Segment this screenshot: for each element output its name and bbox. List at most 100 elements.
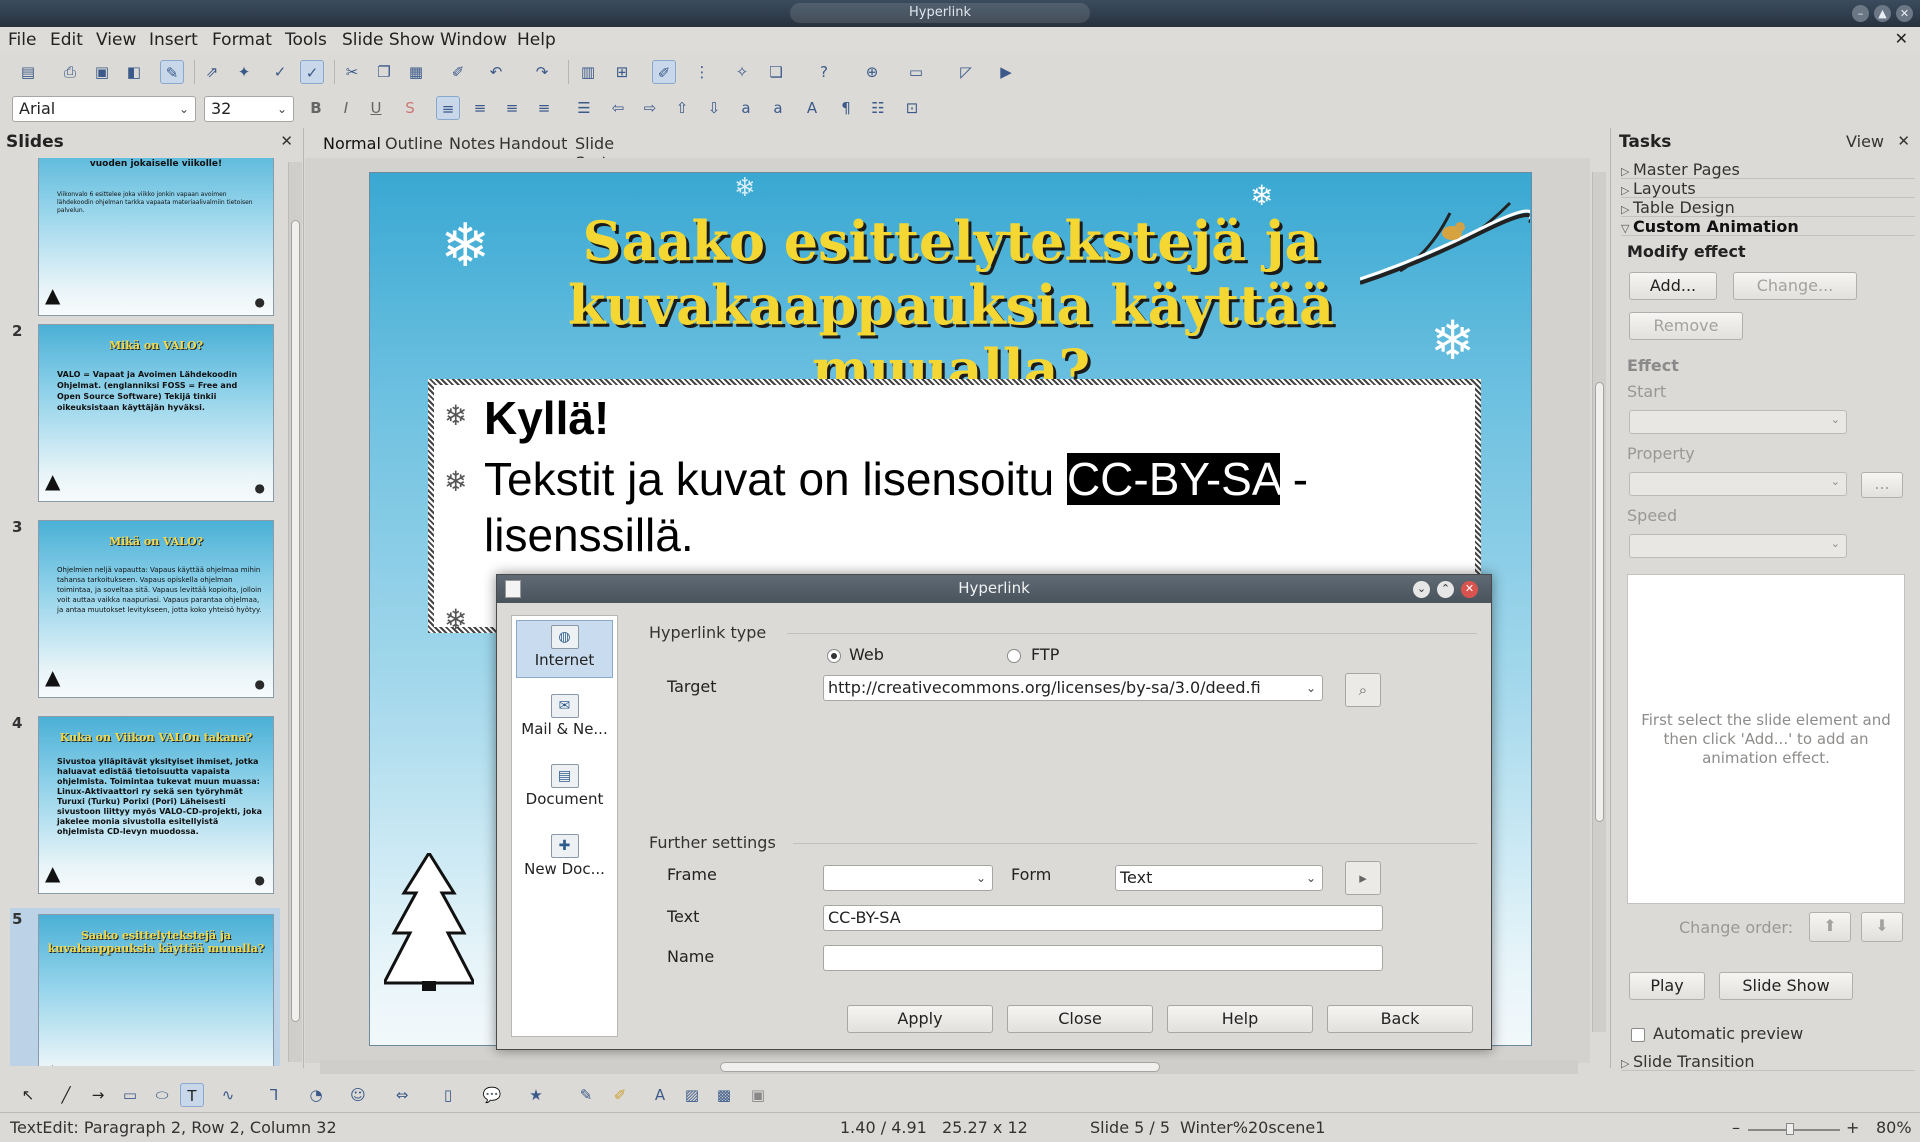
target-url-combo[interactable]: http://creativecommons.org/licenses/by-s… [823,675,1323,701]
apply-button[interactable]: Apply [847,1005,993,1033]
section-master-pages[interactable]: ▷ Master Pages [1621,160,1915,179]
decrease-font-icon[interactable]: a [766,96,790,120]
undo-icon[interactable]: ↶ [484,60,508,84]
select-icon[interactable]: ↖ [16,1083,40,1107]
slide-show-button[interactable]: Slide Show [1719,972,1853,1000]
menu-edit[interactable]: Edit [50,30,83,50]
close-button[interactable]: Close [1007,1005,1153,1033]
animation-effects-list[interactable]: First select the slide element and then … [1627,574,1905,904]
new-icon[interactable]: ▤ [16,60,40,84]
promote-icon[interactable]: ⇦ [606,96,630,120]
arrow-line-icon[interactable]: → [86,1083,110,1107]
align-left-icon[interactable]: ≡ [436,96,460,120]
stars-icon[interactable]: ★ [524,1083,548,1107]
move-down-icon[interactable]: ⇩ [702,96,726,120]
web-radio[interactable] [827,649,841,663]
slide-thumbnail-1[interactable]: Vapaita avoimen lähdekoodin ohjelmia vuo… [38,158,274,316]
paste-icon[interactable]: ▦ [404,60,428,84]
pdf-icon[interactable]: ⇗ [200,60,224,84]
points-icon[interactable]: ✎ [574,1083,598,1107]
slide-show-icon[interactable]: ▶ [994,60,1018,84]
selected-text[interactable]: CC-BY-SA [1066,453,1280,505]
character-icon[interactable]: A [800,96,824,120]
move-down-icon[interactable]: ⬇ [1861,912,1903,942]
ftp-radio[interactable] [1007,649,1021,663]
gallery-icon[interactable]: ❏ [764,60,788,84]
symbol-shapes-icon[interactable]: ☺ [346,1083,370,1107]
font-size-combo[interactable]: 32 ⌄ [204,96,294,122]
connector-icon[interactable]: ⅂ [262,1083,286,1107]
extrusion-icon[interactable]: ▣ [746,1083,770,1107]
close-icon[interactable]: ✕ [1897,132,1910,150]
tab-normal[interactable]: Normal [320,134,384,153]
area-style-icon[interactable]: ⊡ [900,96,924,120]
add-effect-button[interactable]: Add... [1629,272,1717,300]
play-button[interactable]: Play [1629,972,1705,1000]
flowchart-icon[interactable]: ▯ [436,1083,460,1107]
property-combo[interactable]: ⌄ [1629,472,1847,496]
bullets-numbering-icon[interactable]: ☷ [866,96,890,120]
close-window-icon[interactable]: ✕ [1896,5,1913,22]
redo-icon[interactable]: ↷ [530,60,554,84]
scrollbar-thumb[interactable] [1595,382,1604,822]
text-input[interactable]: CC-BY-SA [823,905,1383,931]
close-dialog-icon[interactable]: ✕ [1461,581,1478,598]
menu-window[interactable]: Window [440,30,507,50]
section-layouts[interactable]: ▷ Layouts [1621,179,1915,198]
name-input[interactable] [823,945,1383,971]
menu-help[interactable]: Help [517,30,556,50]
callouts-icon[interactable]: 💬 [480,1083,504,1107]
events-icon[interactable]: ▸ [1345,861,1381,895]
copy-icon[interactable]: ❐ [372,60,396,84]
category-mail-news[interactable]: ✉ Mail & Ne... [516,690,613,748]
increase-font-icon[interactable]: a [734,96,758,120]
justify-icon[interactable]: ≡ [532,96,556,120]
minimize-icon[interactable]: – [1852,5,1869,22]
tab-notes[interactable]: Notes [446,134,498,153]
minimize-icon[interactable]: ⌄ [1413,581,1430,598]
section-custom-animation[interactable]: ▽ Custom Animation [1621,217,1915,236]
browse-icon[interactable]: ⌕ [1345,673,1381,707]
paragraph-icon[interactable]: ¶ [834,96,858,120]
shadow-icon[interactable]: S [398,96,422,120]
frame-combo[interactable]: ⌄ [823,865,993,891]
show-draw-functions-icon[interactable]: ✐ [652,60,676,84]
automatic-preview-checkbox[interactable] [1631,1028,1645,1042]
align-center-icon[interactable]: ≡ [468,96,492,120]
save-icon[interactable]: ▣ [90,60,114,84]
basic-shapes-icon[interactable]: ◔ [304,1083,328,1107]
canvas-vertical-scrollbar[interactable] [1592,172,1606,1032]
clone-format-icon[interactable]: ✐ [446,60,470,84]
category-document[interactable]: ▤ Document [516,760,613,818]
zoom-in-icon[interactable]: + [1846,1118,1859,1137]
slide-thumbnail-5[interactable]: Saako esittelytekstejä ja kuvakaappauksi… [38,914,274,1066]
chart-icon[interactable]: ▥ [576,60,600,84]
slides-scrollbar[interactable] [288,162,302,1062]
menu-insert[interactable]: Insert [149,30,198,50]
fontwork-icon[interactable]: A [648,1083,672,1107]
section-table-design[interactable]: ▷ Table Design [1621,198,1915,217]
move-up-icon[interactable]: ⬆ [1809,912,1851,942]
tasks-view-menu[interactable]: View [1846,132,1884,151]
start-combo[interactable]: ⌄ [1629,410,1847,434]
maximize-icon[interactable]: ⌃ [1437,581,1454,598]
grid-icon[interactable]: ⋮ [690,60,714,84]
rectangle-icon[interactable]: ▭ [118,1083,142,1107]
slide-layout-icon[interactable]: ▭ [904,60,928,84]
help-button[interactable]: Help [1167,1005,1313,1033]
zoom-level[interactable]: 80% [1876,1118,1912,1137]
menu-file[interactable]: File [8,30,36,50]
maximize-icon[interactable]: ▲ [1874,5,1891,22]
help-icon[interactable]: ? [812,60,836,84]
demote-icon[interactable]: ⇨ [638,96,662,120]
glue-points-icon[interactable]: ✐ [608,1083,632,1107]
bullets-icon[interactable]: ☰ [572,96,596,120]
zoom-out-icon[interactable]: – [1732,1118,1740,1137]
scrollbar-thumb[interactable] [720,1062,1160,1072]
section-slide-transition[interactable]: ▷ Slide Transition [1621,1052,1915,1071]
font-name-combo[interactable]: Arial ⌄ [12,96,196,122]
move-up-icon[interactable]: ⇧ [670,96,694,120]
line-icon[interactable]: ╱ [54,1083,78,1107]
slide-thumbnail-4[interactable]: Kuka on Viikon VALOn takana? Sivustoa yl… [38,716,274,894]
navigator-icon[interactable]: ✧ [730,60,754,84]
